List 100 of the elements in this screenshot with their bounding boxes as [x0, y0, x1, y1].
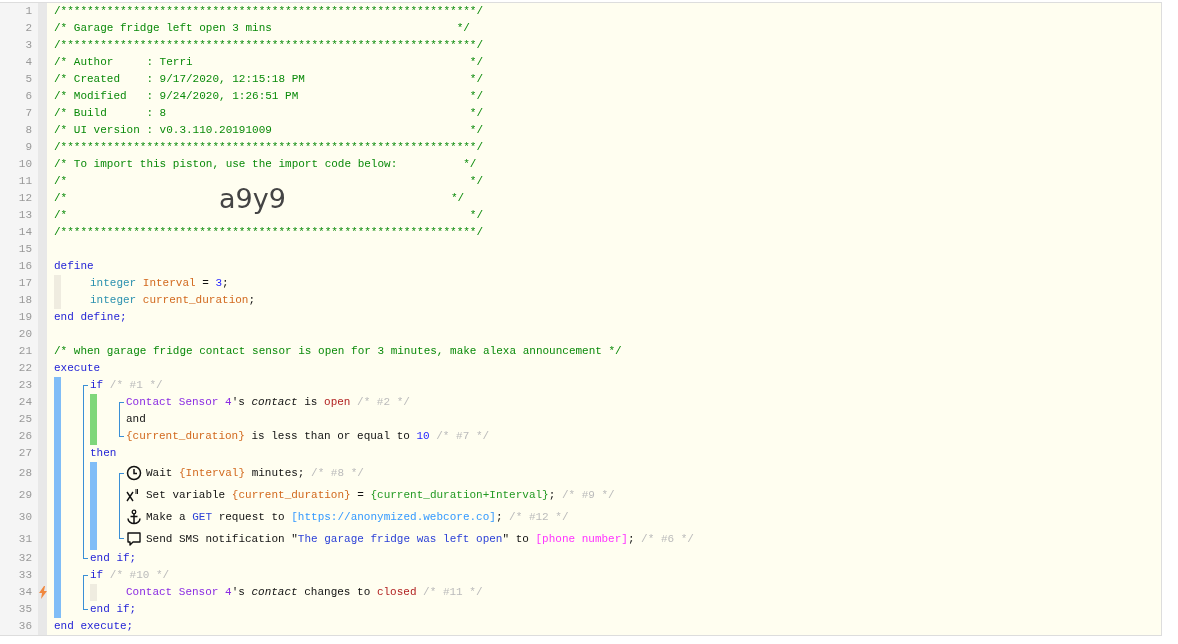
comment-text: /* To import this piston, use the import code below: */: [54, 157, 477, 172]
comment-text: /* Created : 9/17/2020, 12:15:18 PM */: [54, 72, 484, 87]
line-number: 23: [17, 378, 33, 393]
statement-id: /* #8 */: [311, 466, 364, 481]
variable-name: {current_duration}: [126, 429, 245, 444]
comment-text: /* UI version : v0.3.110.20191009 */: [54, 123, 484, 138]
line-number: 34: [17, 585, 33, 600]
string-text: GET: [192, 510, 213, 525]
line-number: 12: [17, 191, 33, 206]
line-number: 6: [24, 89, 33, 104]
line-number: 3: [24, 38, 33, 53]
statement-id: /* #11 */: [422, 585, 483, 600]
code-text: ;: [627, 532, 636, 547]
code-text: =: [201, 276, 210, 291]
statement-id: /* #6 */: [641, 532, 694, 547]
line-number: 29: [17, 488, 33, 503]
comment-text: /* */: [54, 174, 484, 188]
line-number: 20: [17, 327, 33, 342]
line-number: 24: [17, 395, 33, 410]
statement-id: /* #10 */: [109, 568, 170, 583]
comment-text: /* Modified : 9/24/2020, 1:26:51 PM */: [54, 89, 484, 104]
value-text: open: [324, 395, 351, 410]
line-number: 28: [17, 466, 33, 481]
code-text: is: [303, 395, 319, 410]
comment-text: /***************************************************************/: [54, 4, 484, 19]
line-number: 22: [17, 361, 33, 376]
code-text: and: [126, 412, 146, 427]
line-number: 7: [24, 106, 33, 121]
clock-icon: [126, 465, 142, 481]
expression-text: {current_duration+Interval}: [370, 488, 549, 503]
line-number: 21: [17, 344, 33, 359]
code-text: request to: [217, 510, 286, 525]
attribute-name: contact: [251, 585, 298, 600]
keyword: if: [90, 378, 105, 393]
comment-text: /* when garage fridge contact sensor is open for 3 minutes, make alexa announcement */: [54, 344, 622, 359]
statement-id: /* #12 */: [509, 510, 569, 525]
keyword: end if;: [90, 551, 137, 566]
comment-text: /* Author : Terri */: [54, 55, 484, 70]
string-text: The garage fridge was left open: [297, 532, 503, 547]
comment-text: /* Build : 8 */: [54, 106, 484, 121]
line-number: 1: [24, 4, 33, 19]
statement-id: /* #7 */: [435, 429, 490, 444]
keyword: execute: [54, 361, 101, 376]
phone-text: [phone number]: [535, 532, 628, 547]
number-literal: 3: [215, 276, 223, 291]
type-name: integer: [90, 276, 138, 291]
line-number: 18: [17, 293, 33, 308]
code-text: minutes;: [250, 466, 306, 481]
line-number: 4: [24, 55, 33, 70]
line-number: 17: [17, 276, 33, 291]
line-number: 8: [24, 123, 33, 138]
line-number: 19: [17, 310, 33, 325]
keyword: end define;: [54, 310, 127, 325]
statement-id: /* #1 */: [109, 378, 163, 393]
code-text: Set variable: [146, 488, 227, 503]
code-text: Wait: [146, 466, 174, 481]
comment-text: /***************************************************************/: [54, 140, 484, 155]
code-text: is less than or equal to: [250, 429, 411, 444]
line-number: 2: [24, 21, 33, 36]
comment-text: /***************************************************************/: [54, 225, 484, 240]
keyword: end execute;: [54, 619, 134, 634]
variable-name: {current_duration}: [231, 488, 351, 503]
line-number: 5: [24, 72, 33, 87]
keyword: end if;: [90, 602, 137, 617]
url-text: [https://anonymized.webcore.co]: [291, 510, 496, 525]
code-text: ;: [495, 510, 504, 525]
device-name: Contact Sensor 4: [126, 395, 232, 410]
line-number: 13: [17, 208, 33, 223]
comment-text: /* Garage fridge left open 3 mins */: [54, 21, 470, 36]
line-number: 33: [17, 568, 33, 583]
anchor-icon: [126, 509, 142, 525]
line-number: 30: [17, 510, 33, 525]
code-text: ;: [548, 488, 557, 503]
line-number: 26: [17, 429, 33, 444]
line-number: 25: [17, 412, 33, 427]
variable-name: Interval: [142, 276, 196, 291]
code-text: Send SMS notification ": [146, 532, 298, 547]
keyword: define: [54, 259, 94, 274]
line-number: 14: [17, 225, 33, 240]
number-literal: 10: [416, 429, 430, 444]
type-name: integer: [90, 293, 138, 308]
line-number: 31: [17, 532, 33, 547]
keyword: then: [90, 446, 117, 461]
attribute-name: contact: [251, 395, 298, 410]
code-text: Make a: [146, 510, 187, 525]
line-number: 36: [17, 619, 33, 634]
variable-name: current_duration: [142, 293, 249, 308]
code-text: ;: [248, 293, 256, 308]
code-text: 's: [231, 585, 246, 600]
variable-name: {Interval}: [179, 466, 246, 481]
line-number: 27: [17, 446, 33, 461]
code-text: =: [356, 488, 365, 503]
line-number: 16: [17, 259, 33, 274]
keyword: if: [90, 568, 105, 583]
code-text: ;: [222, 276, 229, 291]
line-number: 10: [17, 157, 33, 172]
value-text: closed: [376, 585, 417, 600]
statement-id: /* #9 */: [561, 488, 615, 503]
line-number: 32: [17, 551, 33, 566]
line-number: 9: [24, 140, 33, 155]
